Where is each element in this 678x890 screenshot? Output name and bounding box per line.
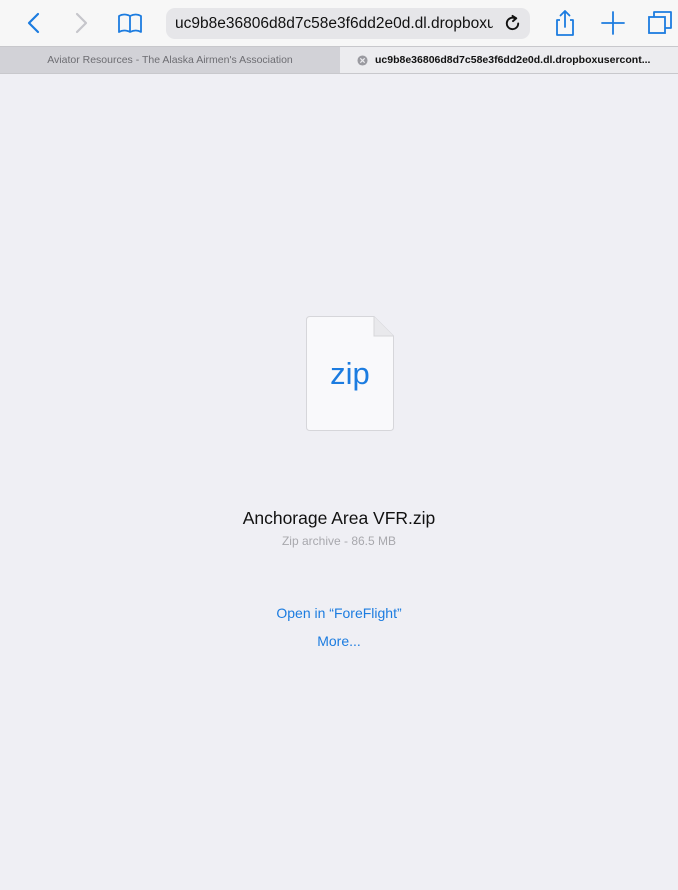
file-extension-label: zip xyxy=(330,356,370,391)
file-meta: Zip archive - 86.5 MB xyxy=(281,534,397,548)
close-icon[interactable] xyxy=(357,55,368,66)
browser-toolbar: uc9b8e36806d8d7c58e3f6dd2e0d.dl.dropboxu… xyxy=(0,0,678,46)
tab-bar: Aviator Resources - The Alaska Airmen's … xyxy=(0,46,678,74)
tab-aviator-resources[interactable]: Aviator Resources - The Alaska Airmen's … xyxy=(0,47,340,73)
tab-label: Aviator Resources - The Alaska Airmen's … xyxy=(47,54,293,66)
chevron-left-icon[interactable] xyxy=(19,8,49,38)
open-in-foreflight-link[interactable]: Open in “ForeFlight” xyxy=(0,605,678,621)
reload-icon[interactable] xyxy=(503,14,522,33)
file-name: Anchorage Area VFR.zip xyxy=(242,508,436,528)
address-text[interactable]: uc9b8e36806d8d7c58e3f6dd2e0d.dl.dropboxu… xyxy=(175,14,493,33)
download-preview: zip Anchorage Area VFR.zip Zip archive -… xyxy=(0,74,678,890)
share-icon[interactable] xyxy=(550,8,580,38)
plus-icon[interactable] xyxy=(598,8,628,38)
tab-label: uc9b8e36806d8d7c58e3f6dd2e0d.dl.dropboxu… xyxy=(375,54,651,66)
address-bar[interactable]: uc9b8e36806d8d7c58e3f6dd2e0d.dl.dropboxu… xyxy=(166,8,530,39)
chevron-right-icon[interactable] xyxy=(66,8,96,38)
more-options-link[interactable]: More... xyxy=(0,633,678,649)
book-icon[interactable] xyxy=(115,8,145,38)
tab-dropbox-download[interactable]: uc9b8e36806d8d7c58e3f6dd2e0d.dl.dropboxu… xyxy=(340,47,678,73)
tabs-icon[interactable] xyxy=(645,8,675,38)
